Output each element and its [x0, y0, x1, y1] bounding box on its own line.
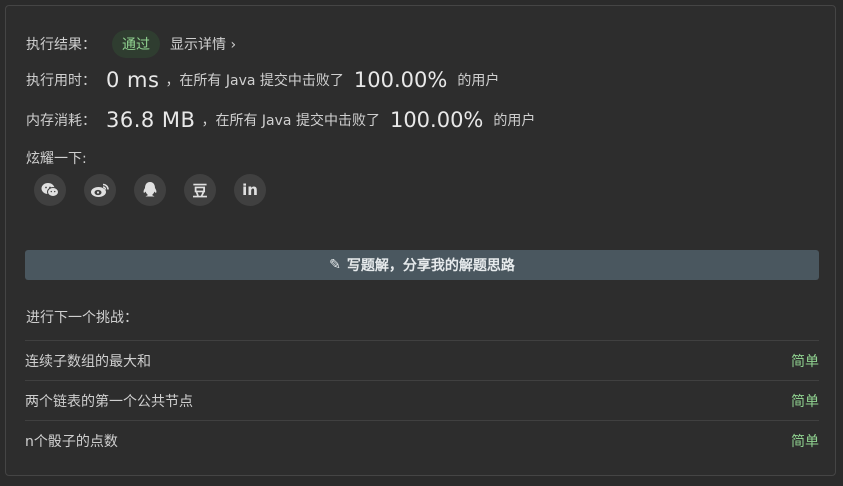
difficulty-label: 简单 [791, 393, 819, 410]
runtime-percent: 100.00% [353, 68, 448, 92]
next-challenge-title: 进行下一个挑战： [26, 310, 138, 326]
memory-row: 内存消耗： 36.8 MB ，在所有 Java 提交中击败了 100.00% 的… [26, 108, 535, 132]
douban-icon[interactable]: 豆 [184, 174, 216, 206]
runtime-middle-text: ，在所有 Java 提交中击败了 [165, 73, 344, 89]
share-label: 炫耀一下: [26, 151, 87, 167]
difficulty-label: 简单 [791, 353, 819, 370]
result-label: 执行结果： [26, 37, 96, 53]
share-buttons: 豆 in [34, 174, 266, 206]
memory-label: 内存消耗： [26, 113, 96, 129]
runtime-value: 0 ms [106, 68, 160, 92]
weibo-icon[interactable] [84, 174, 116, 206]
share-row-label: 炫耀一下: [26, 148, 87, 168]
list-item[interactable]: 两个链表的第一个公共节点 简单 [25, 380, 819, 420]
problem-title[interactable]: 两个链表的第一个公共节点 [25, 391, 193, 411]
write-solution-label: 写题解，分享我的解题思路 [346, 258, 515, 274]
douban-glyph: 豆 [192, 181, 208, 200]
list-item[interactable]: n个骰子的点数 简单 [25, 420, 819, 460]
show-details-link[interactable]: 显示详情 › [170, 34, 236, 54]
status-badge: 通过 [112, 30, 160, 58]
memory-suffix: 的用户 [493, 113, 536, 129]
runtime-suffix: 的用户 [457, 73, 500, 89]
memory-middle-text: ，在所有 Java 提交中击败了 [201, 113, 380, 129]
linkedin-glyph: in [242, 181, 258, 199]
memory-value: 36.8 MB [106, 108, 196, 132]
result-row: 执行结果： 通过 显示详情 › [26, 30, 236, 58]
write-solution-button[interactable]: ✎ 写题解，分享我的解题思路 [25, 250, 819, 280]
runtime-label: 执行用时： [26, 73, 96, 89]
next-challenge-list: 连续子数组的最大和 简单 两个链表的第一个公共节点 简单 n个骰子的点数 简单 [25, 340, 819, 460]
difficulty-label: 简单 [791, 433, 819, 450]
pencil-icon: ✎ [329, 257, 341, 273]
linkedin-icon[interactable]: in [234, 174, 266, 206]
problem-title[interactable]: 连续子数组的最大和 [25, 351, 151, 371]
qq-icon[interactable] [134, 174, 166, 206]
wechat-icon[interactable] [34, 174, 66, 206]
runtime-row: 执行用时： 0 ms ，在所有 Java 提交中击败了 100.00% 的用户 [26, 68, 499, 92]
memory-percent: 100.00% [389, 108, 484, 132]
problem-title[interactable]: n个骰子的点数 [25, 431, 118, 451]
submission-result-panel: 执行结果： 通过 显示详情 › 执行用时： 0 ms ，在所有 Java 提交中… [5, 5, 836, 476]
list-item[interactable]: 连续子数组的最大和 简单 [25, 340, 819, 380]
